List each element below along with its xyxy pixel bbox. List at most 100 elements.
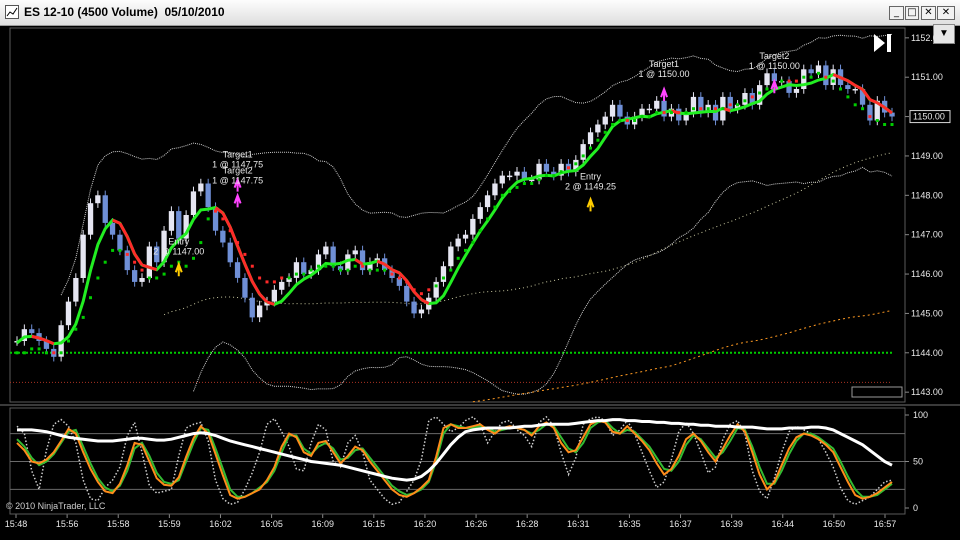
time-axis-label: 16:26: [465, 519, 488, 529]
long-moving-average-line: [472, 309, 893, 403]
chart-window: ES 12-10 (4500 Volume) 05/10/2010 _ □ ✕ …: [0, 0, 960, 540]
oscillator-orange-series: [16, 419, 893, 500]
candle-body: [492, 183, 498, 196]
candle-body: [448, 246, 454, 267]
stop-dot: [508, 189, 512, 193]
stop-dot: [162, 272, 166, 276]
time-axis-label: 16:57: [874, 519, 897, 529]
candle-body: [80, 234, 86, 278]
candle-body: [227, 242, 233, 263]
stop-dot: [677, 111, 681, 115]
stop-dot: [618, 119, 622, 122]
stop-dot: [368, 268, 372, 272]
candle-body: [764, 73, 770, 86]
stop-dot: [743, 99, 747, 103]
stop-dot: [853, 103, 857, 107]
stop-dot: [133, 260, 137, 264]
skip-to-end-bar: [887, 34, 891, 52]
stop-dot: [140, 268, 144, 272]
stop-dot: [317, 264, 320, 268]
time-axis-label: 15:58: [107, 519, 130, 529]
hma-falling-segment: [31, 334, 40, 340]
candle-body: [440, 266, 447, 282]
candle-body: [220, 230, 226, 243]
stop-dot: [552, 174, 556, 178]
target-arrow-icon: [233, 192, 242, 208]
candle-body: [132, 270, 138, 282]
candle-body: [595, 124, 601, 133]
candle-body: [190, 191, 197, 215]
entry-arrow-icon: [586, 196, 595, 212]
candle-body: [617, 104, 623, 117]
stop-dot: [758, 91, 762, 95]
stop-dot: [692, 107, 695, 111]
stop-dot: [192, 256, 195, 260]
stop-dot: [361, 264, 365, 268]
candle-body: [102, 195, 108, 223]
time-axis-label: 16:02: [209, 519, 232, 529]
stop-dot: [699, 107, 703, 111]
stop-dot: [662, 111, 666, 115]
candle-body: [146, 246, 152, 278]
stop-dot: [324, 264, 328, 268]
stop-dot: [456, 256, 460, 260]
time-axis-label: 15:56: [56, 519, 79, 529]
candle-body: [65, 301, 72, 326]
stop-dot: [471, 241, 475, 245]
stop-dot: [236, 241, 240, 245]
candle-body: [301, 262, 307, 274]
stop-dot: [449, 268, 453, 272]
stop-dot: [883, 123, 887, 126]
candle-body: [271, 289, 277, 302]
candle-body: [786, 81, 792, 93]
stop-dot: [228, 229, 232, 233]
scroll-indicator: [851, 386, 903, 398]
stop-dot: [294, 272, 298, 276]
stop-dot: [846, 95, 850, 99]
annotation-label: Entry: [580, 171, 602, 181]
hma-falling-segment: [258, 293, 269, 304]
oscillator-axis-label: 0: [913, 503, 918, 513]
stop-dot: [633, 119, 637, 122]
stop-dot: [750, 95, 754, 99]
stop-dot: [736, 103, 740, 107]
stop-dot: [89, 296, 92, 300]
stop-dot: [544, 174, 548, 178]
stop-dot: [684, 111, 688, 115]
stop-dot: [265, 280, 269, 284]
hma-falling-segment: [250, 280, 261, 295]
candle-body: [698, 96, 704, 113]
stop-dot: [486, 217, 490, 221]
candle-body: [654, 100, 660, 109]
stop-dot: [817, 71, 820, 75]
candle-body: [823, 65, 829, 86]
time-axis-label: 16:31: [567, 519, 590, 529]
time-axis-label: 15:48: [5, 519, 28, 529]
candle-body: [867, 104, 873, 121]
stop-dot: [861, 107, 865, 111]
time-axis-label: 16:50: [823, 519, 846, 529]
candle-body: [462, 234, 469, 239]
stop-dot: [221, 217, 225, 221]
stop-dot: [412, 288, 416, 292]
stop-dot: [890, 123, 894, 126]
price-panel-frame: [9, 27, 906, 403]
stop-dot: [155, 276, 159, 280]
bollinger-lower-line: [193, 166, 893, 395]
chart-canvas[interactable]: Entry2 @ 1147.00Target11 @ 1147.75Target…: [0, 0, 960, 540]
time-axis-label: 16:28: [516, 519, 539, 529]
time-axis-label: 16:39: [720, 519, 743, 529]
stop-dot: [287, 276, 291, 280]
stop-dot: [728, 103, 732, 107]
stop-dot: [434, 284, 438, 288]
stop-dot: [302, 272, 306, 276]
candle-body: [117, 234, 123, 251]
stop-dot: [206, 217, 210, 221]
candle-body: [242, 278, 248, 298]
candle-body: [690, 96, 697, 113]
candle-body: [852, 89, 858, 91]
candle-body: [507, 175, 513, 178]
stop-dot: [442, 276, 445, 280]
time-axis-label: 16:15: [363, 519, 386, 529]
stop-dot: [714, 107, 717, 111]
